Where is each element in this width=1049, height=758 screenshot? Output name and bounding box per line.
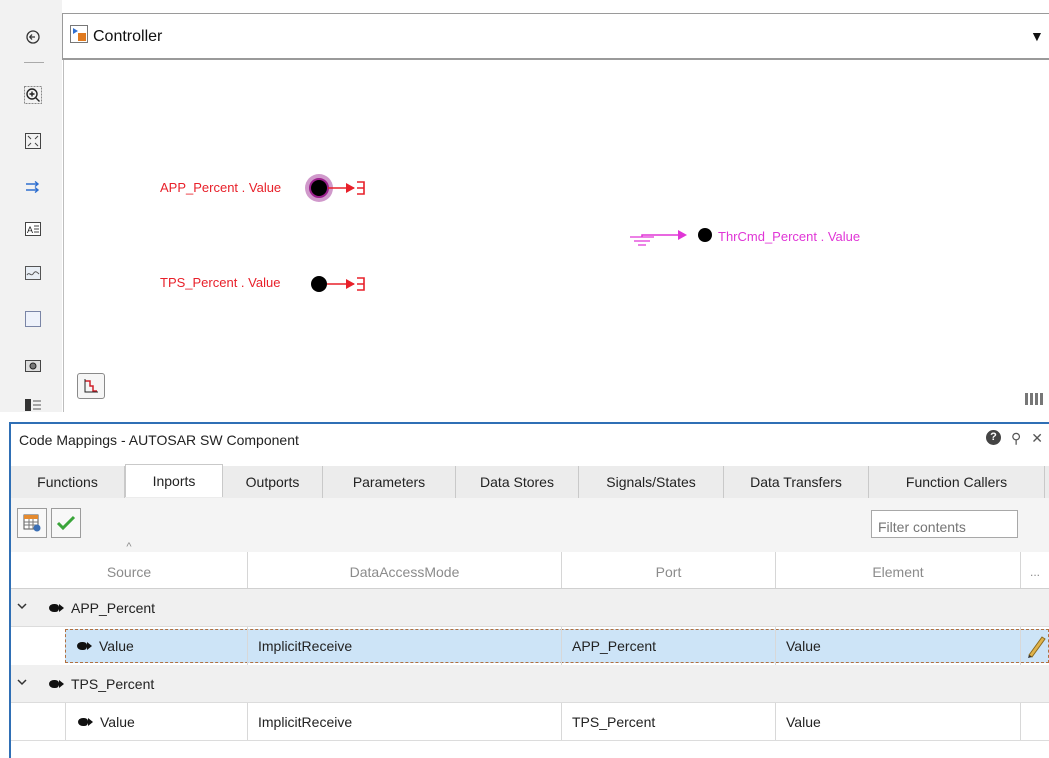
pencil-icon[interactable] <box>1025 633 1047 659</box>
tab-parameters[interactable]: Parameters <box>323 466 456 498</box>
signal-lines-icon[interactable] <box>24 178 42 196</box>
chevron-down-icon[interactable]: ▼ <box>1030 28 1044 44</box>
group-cell: APP_Percent <box>39 589 1049 626</box>
tab-signals-states[interactable]: Signals/States <box>579 466 724 498</box>
element-cell[interactable]: Value <box>776 627 1021 665</box>
inport-label-app-percent: APP_Percent . Value <box>160 180 282 195</box>
model-icon <box>70 25 88 46</box>
annotation-icon[interactable]: A <box>24 220 42 238</box>
column-header-element[interactable]: Element <box>776 552 1021 588</box>
area-icon[interactable] <box>24 310 42 328</box>
inport-label-tps-percent: TPS_Percent . Value <box>160 275 281 290</box>
help-icon[interactable]: ? <box>986 430 1001 445</box>
tab-bar: Functions Inports Outports Parameters Da… <box>11 464 1049 499</box>
table-group-row[interactable]: APP_Percent <box>11 589 1049 627</box>
close-icon[interactable]: ✕ <box>1031 430 1043 447</box>
group-label: TPS_Percent <box>71 675 155 692</box>
toolbar-divider <box>24 62 44 63</box>
chevron-down-icon[interactable] <box>16 675 28 691</box>
table-row[interactable]: Value ImplicitReceive APP_Percent Value <box>11 627 1049 665</box>
image-icon[interactable] <box>24 264 42 282</box>
outport-label-thrcmd: ThrCmd_Percent . Value <box>718 229 861 244</box>
model-browser-icon[interactable] <box>24 396 42 414</box>
model-name[interactable]: Controller <box>93 28 162 46</box>
panel-controls: ? ⚲ ✕ <box>986 430 1043 447</box>
inport-icon <box>77 642 92 650</box>
edit-cell[interactable] <box>1021 703 1049 740</box>
data-access-mode-cell[interactable]: ImplicitReceive <box>248 627 562 665</box>
filter-input[interactable] <box>871 510 1018 538</box>
inport-icon <box>49 679 64 688</box>
inport-block-app-percent[interactable] <box>302 170 392 206</box>
grid-header: ^ Source DataAccessMode Port Element ... <box>11 541 1049 589</box>
source-cell: Value <box>65 703 248 740</box>
sort-ascending-icon: ^ <box>126 541 132 553</box>
model-canvas[interactable]: APP_Percent . Value TPS_Percent . Value … <box>63 60 1049 412</box>
group-label: APP_Percent <box>71 599 156 616</box>
table-settings-icon <box>23 514 41 532</box>
group-cell: TPS_Percent <box>39 665 1049 702</box>
checkmark-icon <box>56 515 76 531</box>
port-cell[interactable]: APP_Percent <box>562 627 776 665</box>
step-signal-icon <box>84 379 98 393</box>
configure-button[interactable] <box>17 508 47 538</box>
model-hierarchy-button[interactable] <box>77 373 105 399</box>
outport-block-thrcmd[interactable] <box>626 224 716 254</box>
inport-block-tps-percent[interactable] <box>302 266 392 302</box>
navigate-back-icon[interactable] <box>24 28 42 46</box>
pin-icon[interactable]: ⚲ <box>1011 430 1021 447</box>
code-mappings-panel: Code Mappings - AUTOSAR SW Component ? ⚲… <box>9 422 1049 758</box>
zoom-in-icon[interactable] <box>24 86 42 104</box>
inport-icon <box>78 717 93 726</box>
column-options-button[interactable]: ... <box>1021 552 1049 588</box>
tab-function-callers[interactable]: Function Callers <box>869 466 1045 498</box>
resize-grip-icon[interactable] <box>1025 393 1043 405</box>
fit-to-view-icon[interactable] <box>24 132 42 150</box>
column-header-source[interactable]: ^ Source <box>11 541 248 588</box>
screenshot-icon[interactable] <box>24 356 42 374</box>
panel-title: Code Mappings - AUTOSAR SW Component <box>19 432 299 448</box>
table-group-row[interactable]: TPS_Percent <box>11 665 1049 703</box>
table-row[interactable]: Value ImplicitReceive TPS_Percent Value <box>11 703 1049 741</box>
tab-outports[interactable]: Outports <box>223 466 323 498</box>
left-toolbar: A <box>0 0 62 412</box>
port-cell[interactable]: TPS_Percent <box>562 703 776 740</box>
source-cell: Value <box>65 627 248 665</box>
address-bar: Controller ▼ <box>62 13 1049 60</box>
element-cell[interactable]: Value <box>776 703 1021 740</box>
svg-text:A: A <box>27 225 33 235</box>
column-header-port[interactable]: Port <box>562 552 776 588</box>
chevron-down-icon[interactable] <box>16 599 28 615</box>
inport-icon <box>49 603 64 612</box>
data-access-mode-cell[interactable]: ImplicitReceive <box>248 703 562 740</box>
edit-cell[interactable] <box>1021 627 1049 665</box>
column-header-data-access-mode[interactable]: DataAccessMode <box>248 552 562 588</box>
tab-data-stores[interactable]: Data Stores <box>456 466 579 498</box>
validate-button[interactable] <box>51 508 81 538</box>
tab-inports[interactable]: Inports <box>125 464 223 497</box>
tab-data-transfers[interactable]: Data Transfers <box>724 466 869 498</box>
tab-functions[interactable]: Functions <box>11 466 125 498</box>
